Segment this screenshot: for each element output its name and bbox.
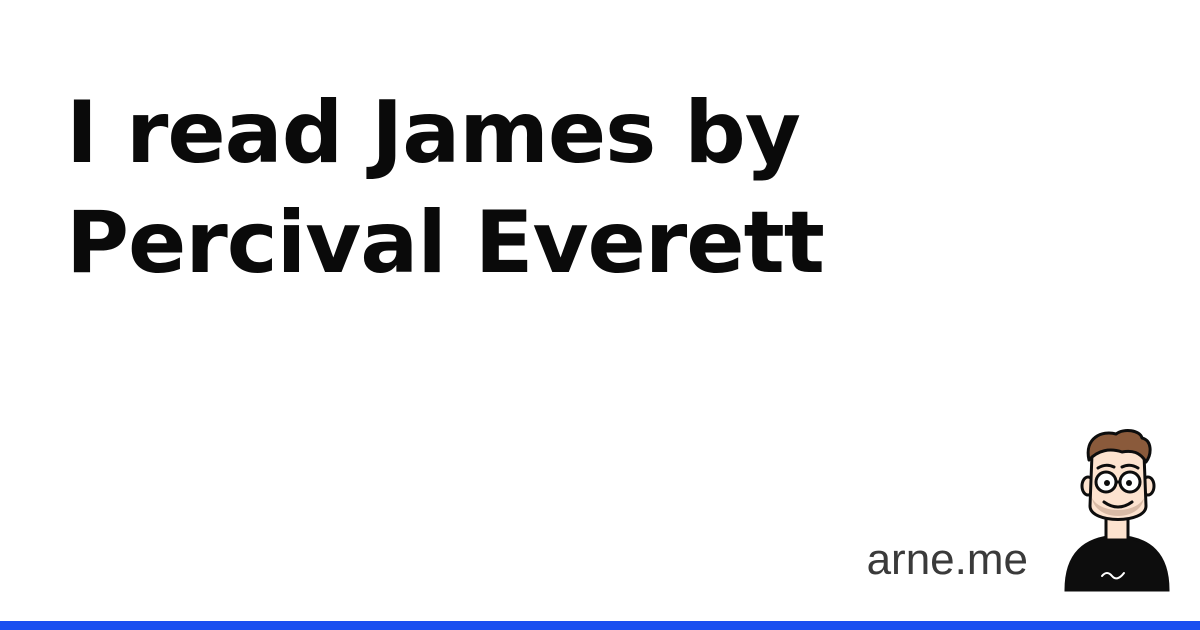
title-line-1: I read James by [66,83,801,183]
avatar-eye-left [1104,480,1110,486]
site-name-link[interactable]: arne.me [867,534,1028,586]
social-card: I read James by Percival Everett arne.me [0,0,1200,630]
accent-bar [0,621,1200,630]
avatar-shirt [1064,534,1170,592]
avatar-neck [1104,516,1130,542]
avatar-illustration-icon [1064,429,1170,592]
avatar-eye-right [1126,480,1132,486]
page-title: I read James by Percival Everett [66,78,966,298]
title-line-2: Percival Everett [66,193,825,293]
